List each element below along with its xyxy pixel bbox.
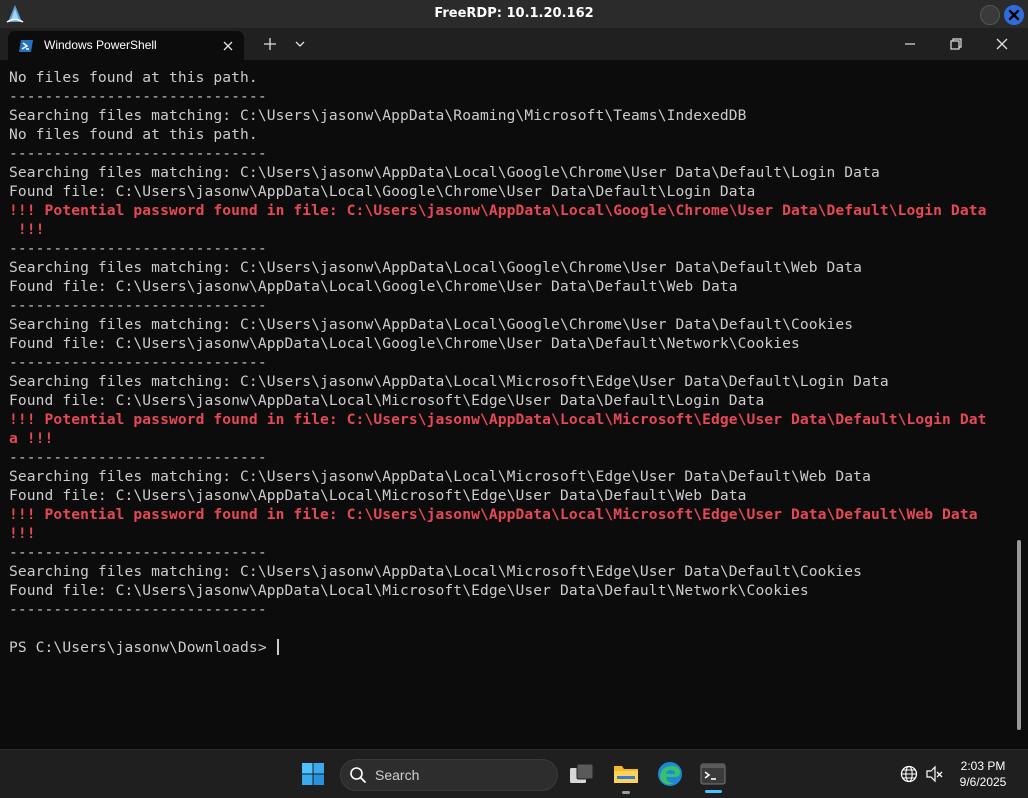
console-line: !!! Potential password found in file: C:… xyxy=(9,411,987,428)
language-globe-icon[interactable] xyxy=(900,765,918,783)
rdp-close-button[interactable] xyxy=(1004,5,1024,25)
taskbar-search[interactable]: Search xyxy=(340,759,558,791)
console-line: ----------------------------- xyxy=(9,601,267,618)
console-line: No files found at this path. xyxy=(9,69,258,86)
console-line: !!! xyxy=(9,525,36,542)
rdp-window-title: FreeRDP: 10.1.20.162 xyxy=(434,6,594,21)
tab-close-icon[interactable] xyxy=(220,38,236,54)
taskbar-clock[interactable]: 2:03 PM 9/6/2025 xyxy=(948,758,1018,790)
terminal-active-indicator xyxy=(705,790,722,793)
powershell-icon xyxy=(19,40,33,52)
console-line: Searching files matching: C:\Users\jason… xyxy=(9,563,863,580)
prompt-line: PS C:\Users\jasonw\Downloads> xyxy=(9,638,279,657)
scrollbar-thumb[interactable] xyxy=(1017,540,1021,730)
edge-icon[interactable] xyxy=(657,761,683,787)
tab-windows-powershell[interactable]: Windows PowerShell xyxy=(8,31,244,60)
console-line: !!! xyxy=(9,221,45,238)
file-explorer-open-indicator xyxy=(622,791,630,794)
tab-label: Windows PowerShell xyxy=(44,38,157,52)
console-line: Searching files matching: C:\Users\jason… xyxy=(9,316,854,333)
terminal-icon[interactable] xyxy=(700,762,726,786)
text-cursor xyxy=(276,639,279,655)
rdp-title-bar: FreeRDP: 10.1.20.162 xyxy=(0,0,1028,28)
chevron-down-icon[interactable] xyxy=(292,37,308,51)
console-line: No files found at this path. xyxy=(9,126,258,143)
console-line: !!! Potential password found in file: C:… xyxy=(9,202,987,219)
console-line: Searching files matching: C:\Users\jason… xyxy=(9,373,889,390)
console-line: a !!! xyxy=(9,430,54,447)
clock-time: 2:03 PM xyxy=(960,759,1006,773)
console-line: Searching files matching: C:\Users\jason… xyxy=(9,468,871,485)
console-line: Found file: C:\Users\jasonw\AppData\Loca… xyxy=(9,582,809,599)
console-line: Searching files matching: C:\Users\jason… xyxy=(9,259,863,276)
taskbar: Search 2:03 PM 9/6/2025 xyxy=(0,749,1028,798)
console-line: ----------------------------- xyxy=(9,88,267,105)
console-line: Found file: C:\Users\jasonw\AppData\Loca… xyxy=(9,183,756,200)
console-line: Found file: C:\Users\jasonw\AppData\Loca… xyxy=(9,335,800,352)
speaker-muted-icon[interactable] xyxy=(925,765,945,783)
close-icon xyxy=(1008,9,1020,21)
console-line: ----------------------------- xyxy=(9,240,267,257)
console-output[interactable]: No files found at this path. ------------… xyxy=(0,60,1028,749)
minimize-icon[interactable] xyxy=(902,36,918,52)
console-line: Found file: C:\Users\jasonw\AppData\Loca… xyxy=(9,392,765,409)
console-line: ----------------------------- xyxy=(9,145,267,162)
console-line: Found file: C:\Users\jasonw\AppData\Loca… xyxy=(9,278,738,295)
terminal-title-bar: Windows PowerShell xyxy=(0,28,1028,60)
console-line: ----------------------------- xyxy=(9,449,267,466)
console-line: ----------------------------- xyxy=(9,354,267,371)
clock-date: 9/6/2025 xyxy=(959,775,1007,789)
new-tab-plus-icon[interactable] xyxy=(262,36,278,52)
console-line: ----------------------------- xyxy=(9,544,267,561)
file-explorer-icon[interactable] xyxy=(613,761,639,785)
console-line: Found file: C:\Users\jasonw\AppData\Loca… xyxy=(9,487,747,504)
windows-start-icon[interactable] xyxy=(301,762,325,786)
search-icon xyxy=(350,767,366,783)
console-line: ----------------------------- xyxy=(9,297,267,314)
console-line: Searching files matching: C:\Users\jason… xyxy=(9,107,747,124)
console-line: !!! Potential password found in file: C:… xyxy=(9,506,978,523)
window-close-icon[interactable] xyxy=(994,36,1010,52)
console-line: Searching files matching: C:\Users\jason… xyxy=(9,164,880,181)
restore-icon[interactable] xyxy=(948,36,964,52)
task-view-icon[interactable] xyxy=(569,762,595,786)
search-placeholder: Search xyxy=(375,767,420,783)
rdp-minimize-button[interactable] xyxy=(980,5,1000,25)
